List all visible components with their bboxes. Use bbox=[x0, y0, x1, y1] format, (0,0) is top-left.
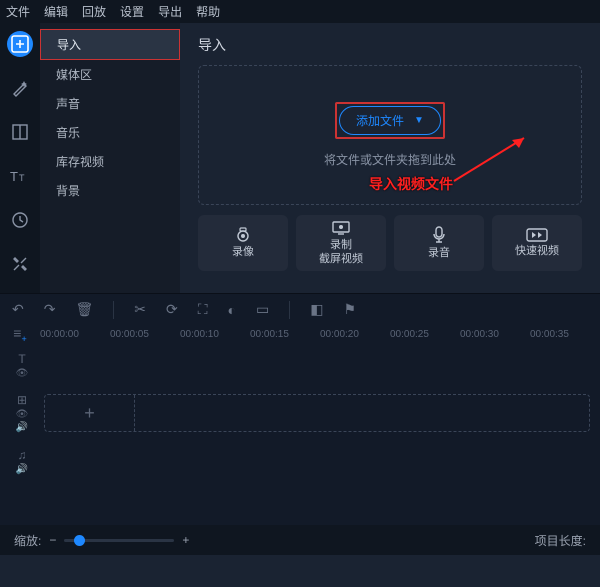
left-toolbar: TT bbox=[0, 23, 40, 293]
track-body[interactable] bbox=[44, 442, 590, 480]
music-track-icon: ♫ bbox=[18, 448, 27, 462]
tools-icon[interactable] bbox=[7, 251, 33, 277]
delete-icon[interactable]: 🗑 bbox=[75, 301, 93, 318]
content-title: 导入 bbox=[198, 35, 582, 55]
zoom-slider[interactable] bbox=[64, 539, 174, 542]
visibility-icon[interactable]: 👁 bbox=[16, 368, 29, 379]
ruler-tick: 00:00:35 bbox=[530, 329, 600, 340]
menubar: 文件 编辑 回放 设置 导出 帮助 bbox=[0, 0, 600, 23]
length-label: 项目长度: bbox=[535, 534, 586, 548]
ruler-tick: 00:00:00 bbox=[40, 329, 110, 340]
media-track-icon: ⊞ bbox=[17, 393, 27, 407]
audio-icon[interactable]: 🔊 bbox=[16, 422, 28, 433]
cut-icon[interactable]: ✂ bbox=[134, 301, 146, 318]
screen-icon bbox=[331, 220, 351, 236]
flag-icon[interactable]: ⚑ bbox=[343, 301, 356, 318]
project-length: 项目长度: bbox=[535, 532, 586, 549]
drop-zone[interactable]: 添加文件 ▼ 将文件或文件夹拖到此处 导入视频文件 bbox=[198, 65, 582, 205]
camera-icon bbox=[233, 227, 253, 243]
timeline-toolbar: ↶ ↷ 🗑 ✂ ⟳ ⛶ ◐ ▭ ◧ ⚑ bbox=[0, 293, 600, 325]
import-icon[interactable] bbox=[7, 31, 33, 57]
track-body[interactable] bbox=[44, 346, 590, 384]
menu-export[interactable]: 导出 bbox=[158, 3, 182, 20]
ruler-tick: 00:00:30 bbox=[460, 329, 530, 340]
audio-track[interactable]: ♫ 🔊 bbox=[0, 440, 600, 482]
track-head-media[interactable]: ⊞ 👁 🔊 bbox=[0, 393, 44, 433]
sidepanel-stock[interactable]: 库存视频 bbox=[40, 147, 180, 176]
side-panel: 导入 媒体区 声音 音乐 库存视频 背景 bbox=[40, 23, 180, 293]
visibility-icon[interactable]: 👁 bbox=[16, 409, 29, 420]
zoom-in-icon[interactable]: + bbox=[182, 533, 189, 547]
color-icon[interactable]: ◐ bbox=[228, 302, 236, 318]
tile-label: 快速视频 bbox=[515, 245, 559, 258]
ruler-tick: 00:00:10 bbox=[180, 329, 250, 340]
split-icon[interactable] bbox=[7, 119, 33, 145]
tile-label: 录制 截屏视频 bbox=[319, 239, 363, 265]
ruler-tick: 00:00:15 bbox=[250, 329, 320, 340]
time-icon[interactable] bbox=[7, 207, 33, 233]
sidepanel-sound[interactable]: 声音 bbox=[40, 89, 180, 118]
text-track[interactable]: T 👁 bbox=[0, 344, 600, 386]
separator bbox=[289, 301, 290, 319]
clip-icon[interactable]: ▭ bbox=[256, 301, 269, 318]
ruler-tick: 00:00:05 bbox=[110, 329, 180, 340]
content-area: 导入 添加文件 ▼ 将文件或文件夹拖到此处 导入视频文件 录像 bbox=[180, 23, 600, 293]
slider-thumb[interactable] bbox=[74, 535, 85, 546]
crop-icon[interactable]: ⛶ bbox=[198, 301, 208, 318]
zoom-control: 缩放: − + bbox=[14, 532, 189, 549]
fast-icon bbox=[526, 228, 548, 242]
undo-icon[interactable]: ↶ bbox=[12, 301, 24, 318]
text-icon[interactable]: TT bbox=[7, 163, 33, 189]
audio-icon[interactable]: 🔊 bbox=[16, 464, 28, 475]
mic-icon bbox=[431, 226, 447, 244]
tile-quick-video[interactable]: 快速视频 bbox=[492, 215, 582, 271]
sidepanel-media[interactable]: 媒体区 bbox=[40, 60, 180, 89]
add-file-button[interactable]: 添加文件 ▼ bbox=[339, 106, 441, 135]
svg-text:T: T bbox=[10, 169, 18, 184]
track-head-audio[interactable]: ♫ 🔊 bbox=[0, 448, 44, 475]
rotate-icon[interactable]: ⟳ bbox=[166, 301, 178, 318]
menu-help[interactable]: 帮助 bbox=[196, 3, 220, 20]
ruler-tick: 00:00:20 bbox=[320, 329, 390, 340]
track-body[interactable]: + bbox=[44, 394, 590, 432]
sidepanel-background[interactable]: 背景 bbox=[40, 176, 180, 205]
add-media-placeholder[interactable]: + bbox=[45, 395, 135, 431]
menu-file[interactable]: 文件 bbox=[6, 3, 30, 20]
menu-edit[interactable]: 编辑 bbox=[44, 3, 68, 20]
marker-icon[interactable]: ◧ bbox=[310, 301, 323, 318]
tile-label: 录音 bbox=[428, 247, 450, 260]
zoom-label: 缩放: bbox=[14, 532, 41, 549]
action-tiles: 录像 录制 截屏视频 录音 快速视频 bbox=[198, 215, 582, 271]
menu-playback[interactable]: 回放 bbox=[82, 3, 106, 20]
add-file-highlight: 添加文件 ▼ bbox=[335, 102, 445, 139]
separator bbox=[113, 301, 114, 319]
annotation-text: 导入视频文件 bbox=[369, 174, 453, 194]
menu-settings[interactable]: 设置 bbox=[120, 3, 144, 20]
main-area: TT 导入 媒体区 声音 音乐 库存视频 背景 导入 添加文件 ▼ 将文件或文件… bbox=[0, 23, 600, 293]
tile-record-screen[interactable]: 录制 截屏视频 bbox=[296, 215, 386, 271]
add-track-icon[interactable]: ≡+ bbox=[13, 325, 26, 344]
svg-text:T: T bbox=[19, 173, 25, 183]
time-ruler[interactable]: 00:00:00 00:00:05 00:00:10 00:00:15 00:0… bbox=[40, 325, 600, 344]
track-head-text[interactable]: T 👁 bbox=[0, 352, 44, 379]
zoom-out-icon[interactable]: − bbox=[49, 533, 56, 547]
text-track-icon: T bbox=[18, 352, 25, 366]
annotation-arrow bbox=[449, 126, 539, 186]
tile-record-audio[interactable]: 录音 bbox=[394, 215, 484, 271]
sidepanel-import[interactable]: 导入 bbox=[40, 29, 180, 60]
sidepanel-music[interactable]: 音乐 bbox=[40, 118, 180, 147]
tile-record-cam[interactable]: 录像 bbox=[198, 215, 288, 271]
add-file-label: 添加文件 bbox=[356, 112, 404, 129]
magic-icon[interactable] bbox=[7, 75, 33, 101]
timeline: ≡+ 00:00:00 00:00:05 00:00:10 00:00:15 0… bbox=[0, 325, 600, 555]
ruler-tick: 00:00:25 bbox=[390, 329, 460, 340]
tile-label: 录像 bbox=[232, 246, 254, 259]
status-bar: 缩放: − + 项目长度: bbox=[0, 525, 600, 555]
redo-icon[interactable]: ↷ bbox=[44, 301, 56, 318]
media-track[interactable]: ⊞ 👁 🔊 + bbox=[0, 386, 600, 440]
chevron-down-icon: ▼ bbox=[414, 115, 424, 126]
drop-hint: 将文件或文件夹拖到此处 bbox=[324, 151, 456, 168]
